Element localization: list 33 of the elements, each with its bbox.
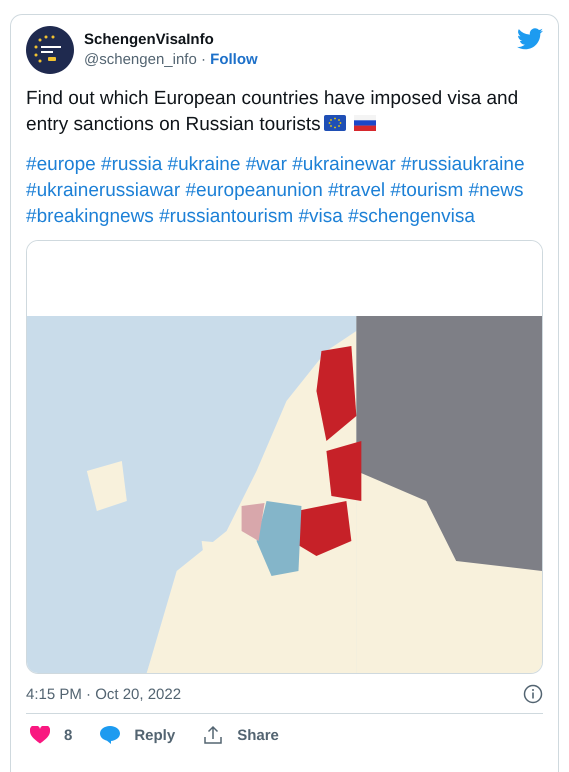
hashtag-link[interactable]: #russiantourism xyxy=(159,206,294,227)
hashtag-link[interactable]: #europeanunion xyxy=(185,180,323,201)
hashtag-link[interactable]: #russia xyxy=(101,154,162,175)
like-count[interactable]: 8 xyxy=(64,726,72,744)
share-link[interactable]: Share xyxy=(237,726,279,744)
hashtag-link[interactable]: #europe xyxy=(26,154,96,175)
tweet-text: Find out which European countries have imposed visa and xyxy=(26,88,518,109)
hashtag-link[interactable]: #russiaukraine xyxy=(400,154,525,175)
account-name[interactable]: SchengenVisaInfo xyxy=(84,30,507,50)
separator-dot: · xyxy=(200,51,206,68)
hashtag-link[interactable]: #visa xyxy=(298,206,343,227)
info-icon[interactable] xyxy=(523,684,543,704)
hashtag-link[interactable]: #tourism xyxy=(390,180,464,201)
hashtag-link[interactable]: #ukrainewar xyxy=(292,154,396,175)
hashtag-link[interactable]: #war xyxy=(246,154,287,175)
speech-bubble-icon[interactable] xyxy=(100,726,120,744)
hashtag-link[interactable]: #schengenvisa xyxy=(348,206,475,227)
reply-link[interactable]: Reply xyxy=(134,726,176,744)
follow-link[interactable]: Follow xyxy=(210,51,258,68)
hashtag-link[interactable]: #ukraine xyxy=(168,154,240,175)
tweet-text: entry sanctions on Russian tourists xyxy=(26,114,321,135)
hashtag-link[interactable]: #breakingnews xyxy=(26,206,154,227)
eu-flag-icon xyxy=(324,115,346,131)
account-handle[interactable]: @schengen_info xyxy=(84,51,197,68)
russia-flag-icon xyxy=(354,115,376,131)
heart-icon[interactable] xyxy=(30,726,50,744)
hashtag-link[interactable]: #news xyxy=(468,180,524,201)
hashtag-link[interactable]: #travel xyxy=(328,180,386,201)
avatar-logo-icon[interactable] xyxy=(26,26,74,74)
tweet-timestamp[interactable]: 4:15 PM · Oct 20, 2022 xyxy=(26,686,182,702)
share-icon[interactable] xyxy=(203,725,224,745)
hashtag-link[interactable]: #ukrainerussiawar xyxy=(26,180,180,201)
bird-icon[interactable] xyxy=(517,28,543,50)
